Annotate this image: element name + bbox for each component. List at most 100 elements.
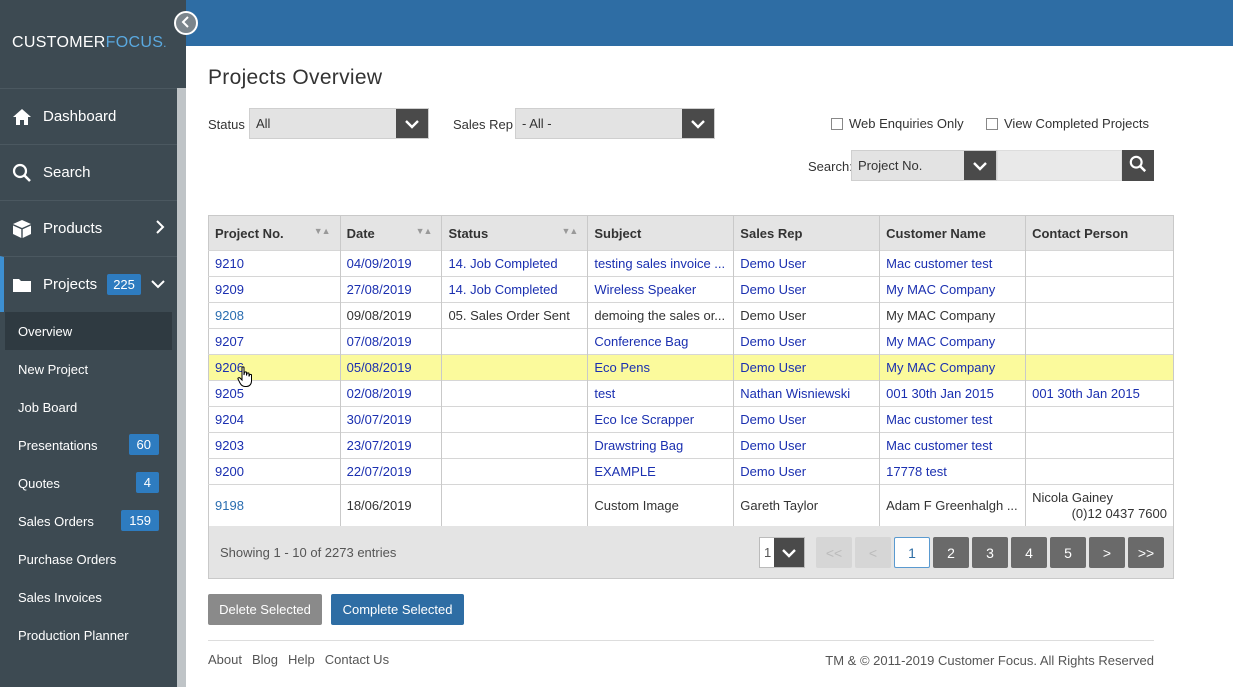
project-no-link[interactable]: 9207 [215, 334, 244, 349]
project-no-link[interactable]: 9210 [215, 256, 244, 271]
subject-link[interactable]: Wireless Speaker [594, 282, 696, 297]
project-no-link[interactable]: 9198 [215, 498, 244, 513]
checkbox-box[interactable] [986, 117, 998, 130]
project-no-link[interactable]: 9204 [215, 412, 244, 427]
column-header-status[interactable]: Status ▼▲ [441, 215, 589, 251]
table-row[interactable]: 9207 07/08/2019 Conference Bag Demo User… [208, 328, 1174, 355]
customer-link[interactable]: My MAC Company [886, 360, 995, 375]
checkbox-box[interactable] [831, 117, 843, 130]
sidebar-subitem-production-planner[interactable]: Production Planner [0, 616, 177, 654]
sidebar-subitem-job-board[interactable]: Job Board [0, 388, 177, 426]
subject-link[interactable]: Conference Bag [594, 334, 688, 349]
search-field-select[interactable]: Project No. [851, 150, 997, 181]
customer-link[interactable]: Mac customer test [886, 412, 992, 427]
page-4-button[interactable]: 4 [1011, 537, 1047, 568]
sort-icon[interactable]: ▼▲ [314, 226, 331, 236]
sidebar-subitem-sales-orders[interactable]: Sales Orders 159 [0, 502, 177, 540]
column-header-subject[interactable]: Subject [587, 215, 735, 251]
status-link[interactable]: 14. Job Completed [448, 282, 557, 297]
customer-link[interactable]: Mac customer test [886, 438, 992, 453]
search-button[interactable] [1122, 150, 1154, 181]
next-page-button[interactable]: > [1089, 537, 1125, 568]
page-2-button[interactable]: 2 [933, 537, 969, 568]
table-row[interactable]: 9200 22/07/2019 EXAMPLE Demo User 17778 … [208, 458, 1174, 485]
date-link[interactable]: 30/07/2019 [347, 412, 412, 427]
sidebar-scrollbar[interactable] [177, 88, 186, 687]
sales-rep-link[interactable]: Demo User [740, 412, 806, 427]
sidebar-subitem-sales-invoices[interactable]: Sales Invoices [0, 578, 177, 616]
sidebar-subitem-new-project[interactable]: New Project [0, 350, 177, 388]
sidebar-subitem-purchase-orders[interactable]: Purchase Orders [0, 540, 177, 578]
table-row[interactable]: 9208 09/08/2019 05. Sales Order Sent dem… [208, 302, 1174, 329]
sort-icon[interactable]: ▼▲ [416, 226, 433, 236]
salesrep-filter-select[interactable]: - All - [515, 108, 715, 139]
brand-logo[interactable]: CUSTOMERFOCUS. [12, 34, 167, 52]
column-header-project-no[interactable]: Project No. ▼▲ [208, 215, 341, 251]
subject-link[interactable]: Eco Pens [594, 360, 650, 375]
subject-link[interactable]: Drawstring Bag [594, 438, 683, 453]
table-row-highlighted[interactable]: 9206 05/08/2019 Eco Pens Demo User My MA… [208, 354, 1174, 381]
sales-rep-link[interactable]: Demo User [740, 464, 806, 479]
sort-icon[interactable]: ▼▲ [562, 226, 579, 236]
sales-rep-link[interactable]: Nathan Wisniewski [740, 386, 850, 401]
view-completed-checkbox[interactable]: View Completed Projects [986, 116, 1149, 131]
sidebar-subitem-presentations[interactable]: Presentations 60 [0, 426, 177, 464]
column-header-sales-rep[interactable]: Sales Rep [733, 215, 881, 251]
customer-link[interactable]: My MAC Company [886, 282, 995, 297]
first-page-button[interactable]: << [816, 537, 852, 568]
project-no-link[interactable]: 9208 [215, 308, 244, 323]
table-row[interactable]: 9203 23/07/2019 Drawstring Bag Demo User… [208, 432, 1174, 459]
sidebar-subitem-overview[interactable]: Overview [5, 312, 172, 350]
sidebar-collapse-button[interactable] [174, 11, 198, 35]
page-1-button[interactable]: 1 [894, 537, 930, 568]
date-link[interactable]: 05/08/2019 [347, 360, 412, 375]
date-link[interactable]: 23/07/2019 [347, 438, 412, 453]
web-enquiries-checkbox[interactable]: Web Enquiries Only [831, 116, 964, 131]
status-filter-select[interactable]: All [249, 108, 429, 139]
sales-rep-link[interactable]: Demo User [740, 282, 806, 297]
customer-link[interactable]: 17778 test [886, 464, 947, 479]
project-no-link[interactable]: 9209 [215, 282, 244, 297]
sidebar-item-projects[interactable]: Projects 225 [0, 256, 177, 312]
page-3-button[interactable]: 3 [972, 537, 1008, 568]
project-no-link[interactable]: 9205 [215, 386, 244, 401]
status-link[interactable]: 14. Job Completed [448, 256, 557, 271]
sidebar-item-dashboard[interactable]: Dashboard [0, 88, 177, 144]
table-row[interactable]: 9204 30/07/2019 Eco Ice Scrapper Demo Us… [208, 406, 1174, 433]
date-link[interactable]: 02/08/2019 [347, 386, 412, 401]
contact-link[interactable]: 001 30th Jan 2015 [1032, 386, 1140, 401]
date-link[interactable]: 27/08/2019 [347, 282, 412, 297]
table-row[interactable]: 9205 02/08/2019 test Nathan Wisniewski 0… [208, 380, 1174, 407]
sales-rep-link[interactable]: Demo User [740, 334, 806, 349]
complete-selected-button[interactable]: Complete Selected [331, 594, 464, 625]
sales-rep-link[interactable]: Demo User [740, 438, 806, 453]
column-header-contact-person[interactable]: Contact Person [1025, 215, 1174, 251]
subject-link[interactable]: EXAMPLE [594, 464, 655, 479]
page-size-select[interactable]: 1 [759, 537, 805, 568]
sidebar-item-search[interactable]: Search [0, 144, 177, 200]
project-no-link[interactable]: 9200 [215, 464, 244, 479]
footer-link-about[interactable]: About [208, 652, 242, 667]
date-link[interactable]: 04/09/2019 [347, 256, 412, 271]
table-row[interactable]: 9210 04/09/2019 14. Job Completed testin… [208, 250, 1174, 277]
sales-rep-link[interactable]: Demo User [740, 256, 806, 271]
project-no-link[interactable]: 9203 [215, 438, 244, 453]
footer-link-help[interactable]: Help [288, 652, 315, 667]
customer-link[interactable]: My MAC Company [886, 334, 995, 349]
table-row[interactable]: 9209 27/08/2019 14. Job Completed Wirele… [208, 276, 1174, 303]
subject-link[interactable]: Eco Ice Scrapper [594, 412, 694, 427]
footer-link-contact[interactable]: Contact Us [325, 652, 389, 667]
subject-link[interactable]: testing sales invoice ... [594, 256, 725, 271]
sales-rep-link[interactable]: Demo User [740, 360, 806, 375]
date-link[interactable]: 22/07/2019 [347, 464, 412, 479]
last-page-button[interactable]: >> [1128, 537, 1164, 568]
search-input[interactable] [997, 150, 1122, 181]
date-link[interactable]: 07/08/2019 [347, 334, 412, 349]
delete-selected-button[interactable]: Delete Selected [208, 594, 322, 625]
footer-link-blog[interactable]: Blog [252, 652, 278, 667]
customer-link[interactable]: 001 30th Jan 2015 [886, 386, 994, 401]
customer-link[interactable]: Mac customer test [886, 256, 992, 271]
sidebar-subitem-quotes[interactable]: Quotes 4 [0, 464, 177, 502]
table-row[interactable]: 9198 18/06/2019 Custom Image Gareth Tayl… [208, 484, 1174, 527]
prev-page-button[interactable]: < [855, 537, 891, 568]
